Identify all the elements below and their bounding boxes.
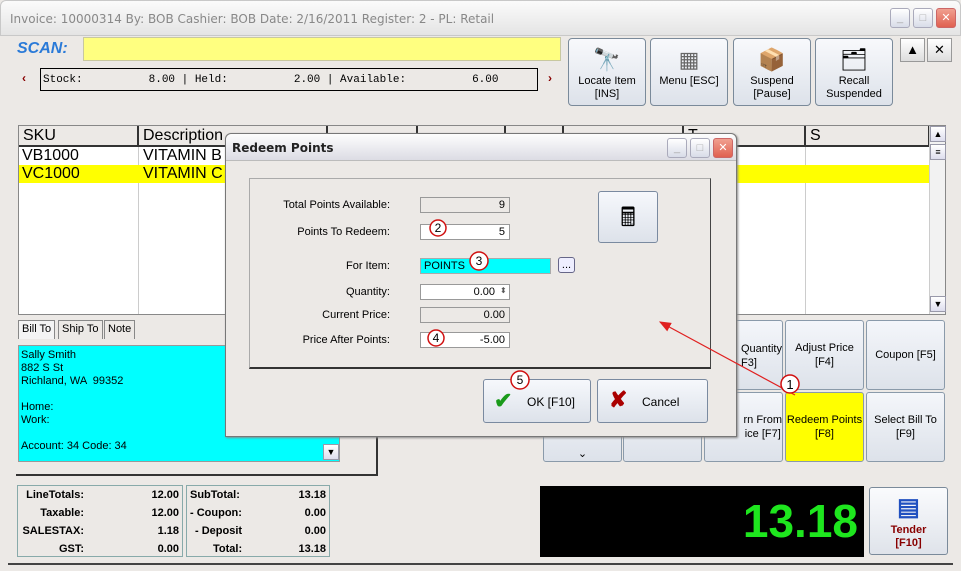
svg-text:1: 1 xyxy=(786,377,793,392)
svg-text:2: 2 xyxy=(435,221,442,235)
annotation-2: 2 xyxy=(429,219,447,237)
annotation-overlay: 1 2 3 4 5 xyxy=(427,219,800,396)
annotation-3: 3 xyxy=(469,251,489,271)
svg-text:3: 3 xyxy=(476,254,483,268)
annotation-1: 1 xyxy=(780,374,800,394)
svg-text:5: 5 xyxy=(517,373,524,387)
annotation-5: 5 xyxy=(510,370,530,390)
svg-text:4: 4 xyxy=(433,331,440,345)
annotation-4: 4 xyxy=(427,329,445,347)
annotation-arrow xyxy=(658,321,796,396)
